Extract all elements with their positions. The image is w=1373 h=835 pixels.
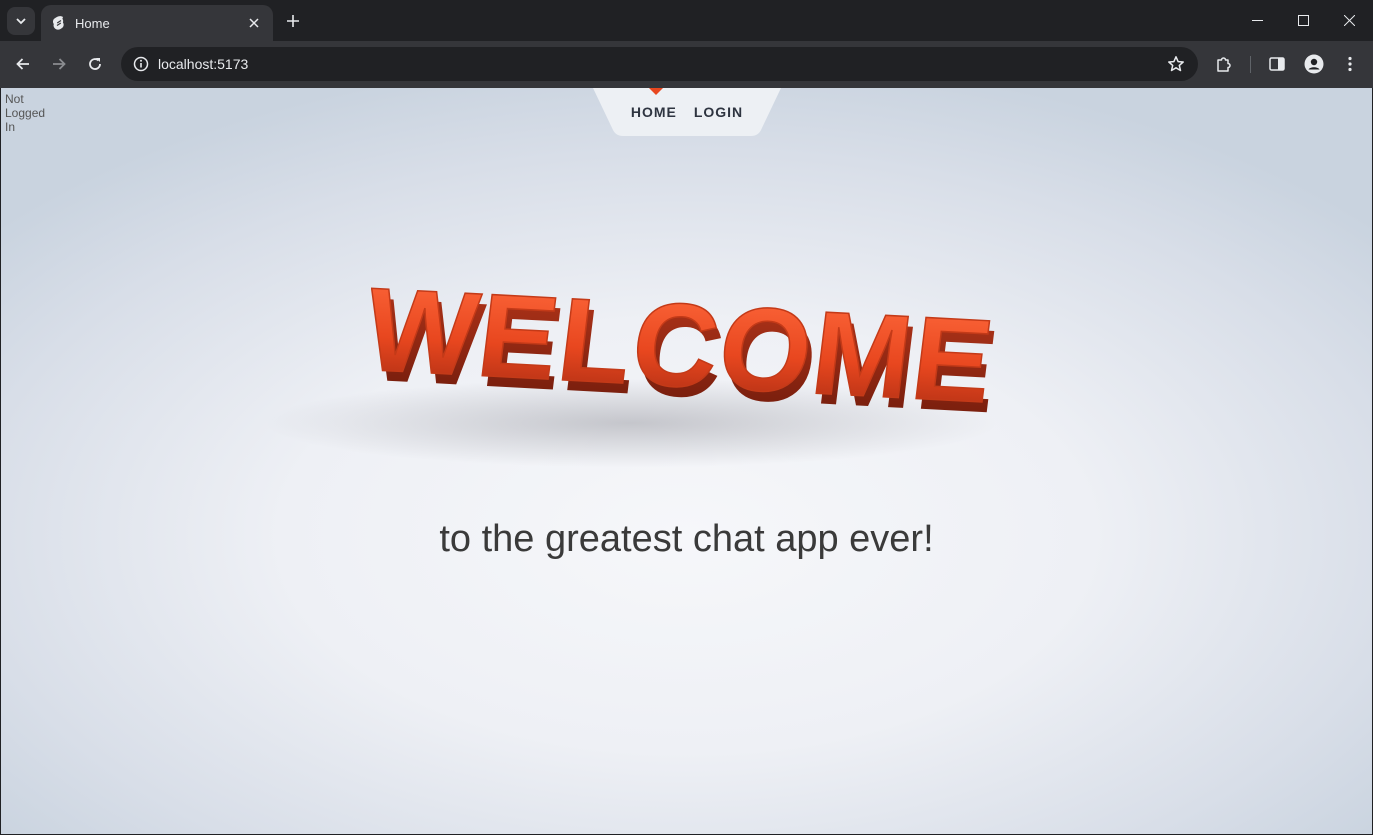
arrow-left-icon: [16, 58, 29, 70]
kebab-menu-icon: [1348, 56, 1352, 72]
tab-home[interactable]: Home: [41, 5, 273, 41]
top-navbar: HOME LOGIN: [593, 88, 781, 136]
chevron-down-icon: [16, 18, 26, 25]
close-icon: [1343, 15, 1355, 26]
nav-links: HOME LOGIN: [593, 104, 781, 120]
tab-title: Home: [75, 15, 110, 31]
address-bar[interactable]: localhost:5173: [121, 47, 1198, 81]
back-button[interactable]: [9, 50, 37, 78]
profile-button[interactable]: [1300, 50, 1328, 78]
login-status: Not Logged In: [5, 92, 46, 134]
reload-icon: [89, 58, 101, 70]
close-icon: [249, 18, 259, 28]
new-tab-button[interactable]: [282, 10, 304, 32]
maximize-icon: [1297, 15, 1309, 26]
url-text[interactable]: localhost:5173: [158, 56, 248, 72]
info-icon[interactable]: [131, 54, 151, 74]
close-window-button[interactable]: [1326, 0, 1372, 41]
side-panel-button[interactable]: [1263, 50, 1291, 78]
svelte-icon: [51, 15, 67, 31]
forward-button[interactable]: [45, 50, 73, 78]
reload-button[interactable]: [81, 50, 109, 78]
bookmark-star-icon[interactable]: [1166, 54, 1186, 74]
person-icon: [1304, 54, 1324, 74]
welcome-hero-image: WELCOME WELCOME: [358, 263, 1006, 478]
browser-menu-button[interactable]: [1336, 50, 1364, 78]
puzzle-icon: [1217, 57, 1231, 72]
arrow-right-icon: [53, 58, 66, 70]
active-nav-indicator-icon: [649, 88, 663, 95]
plus-icon: [287, 15, 299, 27]
tab-search-button[interactable]: [7, 7, 35, 35]
maximize-button[interactable]: [1280, 0, 1326, 41]
nav-link-login[interactable]: LOGIN: [694, 104, 743, 120]
page-viewport: Not Logged In HOME LOGIN WELCOME WELCOME…: [1, 88, 1372, 834]
extensions-button[interactable]: [1210, 50, 1238, 78]
toolbar-divider: [1250, 56, 1251, 73]
minimize-icon: [1251, 20, 1263, 21]
tab-close-button[interactable]: [245, 14, 263, 32]
minimize-button[interactable]: [1234, 0, 1280, 41]
nav-link-home[interactable]: HOME: [631, 104, 677, 120]
browser-toolbar: localhost:5173: [0, 41, 1373, 88]
tagline-text: to the greatest chat app ever!: [439, 518, 934, 560]
side-panel-icon: [1269, 57, 1285, 71]
tab-strip: Home: [0, 0, 1373, 41]
